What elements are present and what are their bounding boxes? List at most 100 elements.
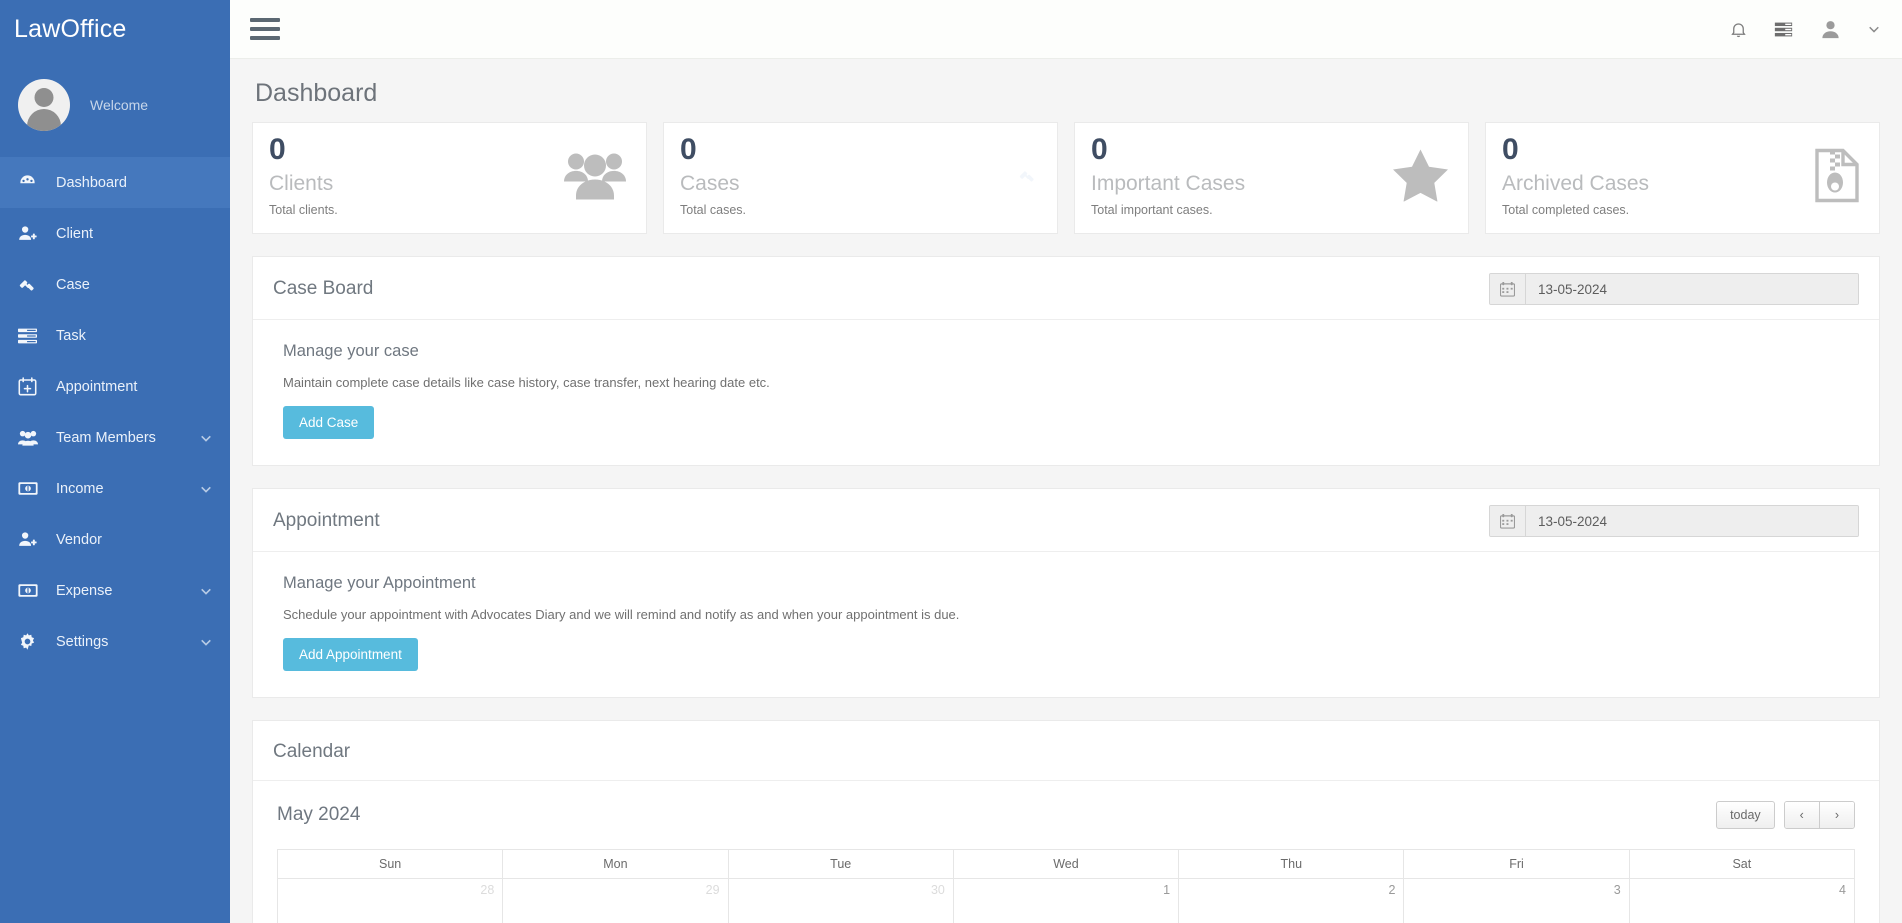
calendar-header-row: Sun Mon Tue Wed Thu Fri Sat	[276, 849, 1856, 879]
calendar-day-cell[interactable]: 1	[952, 878, 1180, 923]
sidebar-item-label: Appointment	[56, 378, 138, 395]
calendar-toolbar: May 2024 today ‹ ›	[277, 801, 1855, 829]
stat-cards-row: 0 Clients Total clients. 0 Cases Total cases.…	[252, 122, 1880, 234]
gear-icon	[18, 632, 42, 651]
case-board-date-value[interactable]: 13-05-2024	[1526, 274, 1858, 304]
sidebar-item-team-members[interactable]: Team Members	[0, 412, 230, 463]
avatar	[18, 79, 70, 131]
calendar-day-header: Sat	[1628, 849, 1856, 879]
stat-card-important-cases[interactable]: 0 Important Cases Total important cases.	[1074, 122, 1469, 234]
appointment-date-value[interactable]: 13-05-2024	[1526, 506, 1858, 536]
appointment-body: Manage your Appointment Schedule your ap…	[253, 552, 1879, 697]
sidebar-item-label: Client	[56, 225, 94, 242]
user-avatar-icon[interactable]	[1819, 18, 1842, 41]
calendar-icon[interactable]	[1490, 506, 1526, 536]
stat-value: 0	[680, 133, 697, 166]
stat-label: Archived Cases	[1502, 172, 1650, 195]
add-appointment-button[interactable]: Add Appointment	[283, 638, 418, 671]
case-board-header: Case Board 13-05-2024	[253, 257, 1879, 320]
calendar-day-header: Wed	[952, 849, 1180, 879]
chevron-down-icon[interactable]	[1868, 23, 1880, 35]
stat-value: 0	[1502, 133, 1519, 166]
sidebar-item-label: Settings	[56, 633, 109, 650]
topbar-icons	[1729, 18, 1880, 41]
case-board-date-picker[interactable]: 13-05-2024	[1489, 273, 1859, 305]
appointment-body-title: Manage your Appointment	[283, 574, 476, 592]
chevron-down-icon[interactable]	[200, 483, 212, 495]
calendar-day-header: Fri	[1403, 849, 1630, 879]
page-title: Dashboard	[255, 79, 378, 107]
sidebar-item-task[interactable]: Task	[0, 310, 230, 361]
calendar-day-header: Thu	[1178, 849, 1405, 879]
sidebar-item-income[interactable]: Income	[0, 463, 230, 514]
sidebar-item-label: Vendor	[56, 531, 102, 548]
case-board-title: Case Board	[273, 278, 374, 299]
calendar-table: Sun Mon Tue Wed Thu Fri Sat 28 29 30 1 2 3 4	[276, 849, 1856, 923]
calendar-day-cell[interactable]: 3	[1403, 878, 1630, 923]
calendar-day-cell[interactable]: 2	[1178, 878, 1405, 923]
calendar-week-row: 28 29 30 1 2 3 4	[276, 878, 1856, 923]
stat-sublabel: Total cases.	[680, 203, 747, 217]
calendar-next-button[interactable]: ›	[1818, 802, 1854, 828]
user-plus-icon	[18, 224, 42, 243]
calendar-day-cell[interactable]: 29	[502, 878, 729, 923]
case-board-body: Manage your case Maintain complete case …	[253, 320, 1879, 465]
case-board-panel: Case Board 13-05-2024 Manage your case M…	[252, 256, 1880, 466]
file-archive-icon	[1815, 148, 1859, 208]
calendar-prev-next-group: ‹ ›	[1783, 801, 1855, 829]
stat-card-archived-cases[interactable]: 0 Archived Cases Total completed cases.	[1485, 122, 1880, 234]
calendar-day-header: Sun	[276, 849, 504, 879]
appointment-header: Appointment 13-05-2024	[253, 489, 1879, 552]
calendar-nav-buttons: today ‹ ›	[1716, 801, 1855, 829]
chevron-down-icon[interactable]	[200, 585, 212, 597]
calendar-icon[interactable]	[1490, 274, 1526, 304]
sidebar: LawOffice Welcome Dashboard Client Case Tas…	[0, 0, 230, 923]
appointment-body-desc: Schedule your appointment with Advocates…	[283, 607, 960, 622]
list-icon	[18, 328, 42, 344]
stat-card-clients[interactable]: 0 Clients Total clients.	[252, 122, 647, 234]
calendar-month-label: May 2024	[277, 804, 361, 825]
cards-icon[interactable]	[1774, 21, 1793, 38]
stat-card-cases[interactable]: 0 Cases Total cases.	[663, 122, 1058, 234]
brand-name: LawOffice	[14, 15, 127, 43]
sidebar-item-appointment[interactable]: Appointment	[0, 361, 230, 412]
chevron-down-icon[interactable]	[200, 432, 212, 444]
calendar-panel: Calendar May 2024 today ‹ › Sun Mon Tue Wed…	[252, 720, 1880, 923]
calendar-day-cell[interactable]: 4	[1628, 878, 1856, 923]
sidebar-item-label: Dashboard	[56, 174, 127, 191]
sidebar-item-expense[interactable]: Expense	[0, 565, 230, 616]
sidebar-item-client[interactable]: Client	[0, 208, 230, 259]
welcome-text: Welcome	[90, 97, 149, 113]
appointment-title: Appointment	[273, 510, 380, 531]
people-group-icon	[564, 151, 626, 206]
case-board-body-desc: Maintain complete case details like case…	[283, 375, 770, 390]
bell-icon[interactable]	[1729, 20, 1748, 39]
add-case-button[interactable]: Add Case	[283, 406, 375, 439]
calendar-day-cell[interactable]: 30	[727, 878, 954, 923]
sidebar-item-settings[interactable]: Settings	[0, 616, 230, 667]
sidebar-item-label: Income	[56, 480, 104, 497]
calendar-body: May 2024 today ‹ › Sun Mon Tue Wed Thu Fri Sat…	[253, 781, 1879, 923]
calendar-plus-icon	[18, 377, 42, 396]
brand-logo[interactable]: LawOffice	[0, 0, 230, 59]
user-plus-icon	[18, 530, 42, 549]
money-icon	[18, 583, 42, 598]
money-icon	[18, 481, 42, 496]
calendar-day-header: Mon	[502, 849, 729, 879]
content-scroll[interactable]: Dashboard 0 Clients Total clients. 0 Cases To…	[230, 59, 1902, 923]
calendar-today-button[interactable]: today	[1716, 801, 1775, 829]
stat-sublabel: Total completed cases.	[1502, 203, 1630, 217]
gavel-icon	[18, 275, 42, 294]
chevron-down-icon[interactable]	[200, 636, 212, 648]
sidebar-nav: Dashboard Client Case Task Appointment Team M…	[0, 153, 230, 667]
hamburger-icon[interactable]	[250, 18, 280, 40]
appointment-date-picker[interactable]: 13-05-2024	[1489, 505, 1859, 537]
gavel-icon	[1018, 166, 1037, 190]
calendar-prev-button[interactable]: ‹	[1784, 802, 1819, 828]
sidebar-item-label: Task	[56, 327, 86, 344]
sidebar-item-dashboard[interactable]: Dashboard	[0, 157, 230, 208]
calendar-title: Calendar	[273, 740, 351, 762]
sidebar-item-case[interactable]: Case	[0, 259, 230, 310]
sidebar-item-vendor[interactable]: Vendor	[0, 514, 230, 565]
calendar-day-cell[interactable]: 28	[276, 878, 504, 923]
